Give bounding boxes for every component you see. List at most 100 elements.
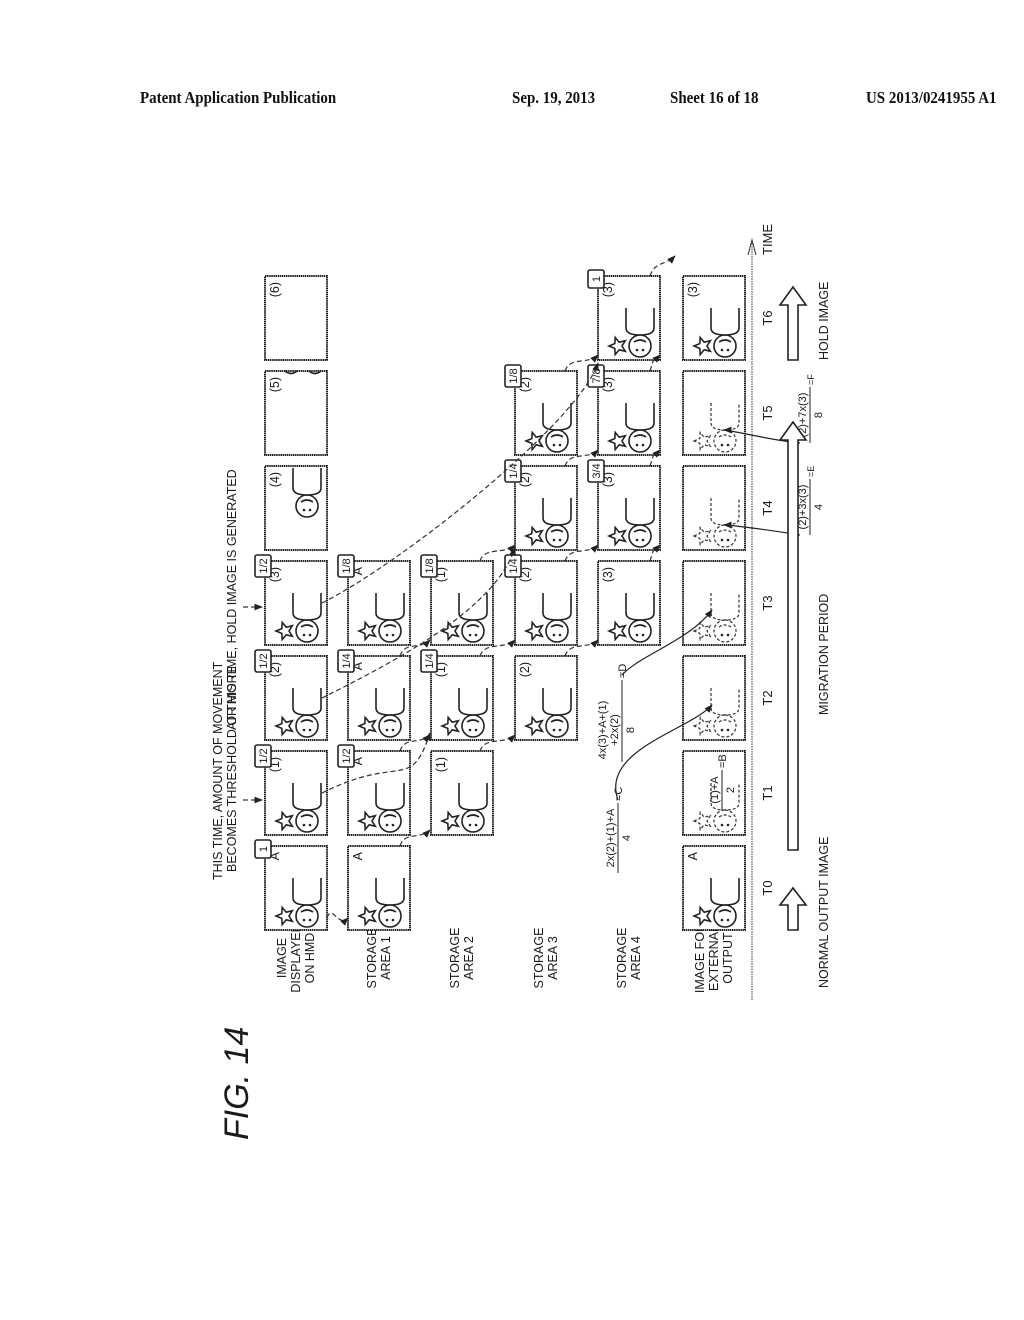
figure-title: FIG. 14 bbox=[218, 1027, 256, 1140]
weight-badge-text: 1/2 bbox=[341, 748, 353, 763]
weight-badge-text: 1/4 bbox=[424, 653, 436, 668]
frame-sa3-t2: (2) bbox=[514, 655, 578, 741]
frame-sa3-t3: (2)1/4 bbox=[504, 554, 578, 646]
weight-badge-text: 1/8 bbox=[424, 558, 436, 573]
hold-image-label: HOLD IMAGE bbox=[817, 282, 831, 361]
formula-c-result: =C bbox=[613, 787, 625, 801]
frame-ext-t6: (3) bbox=[682, 275, 746, 361]
formula-e: (2)+3x(3) 4 =E bbox=[797, 466, 825, 535]
frame-ext-t0: A bbox=[682, 845, 746, 931]
frame-tag: (6) bbox=[268, 282, 282, 297]
weight-badge-text: 1/2 bbox=[258, 558, 270, 573]
frame-tag: (2) bbox=[518, 662, 532, 677]
time-label-t6: T6 bbox=[760, 310, 775, 325]
frame-tag: A bbox=[351, 851, 365, 860]
frame-hmd-t0: A1 bbox=[254, 839, 328, 931]
frame-sa4-t6: (3)1 bbox=[587, 269, 661, 361]
time-label-t0: T0 bbox=[760, 880, 775, 895]
weight-badge-text: 7/8 bbox=[591, 368, 603, 383]
frame-sa1-t3: A1/8 bbox=[337, 554, 411, 646]
frame-tag: (5) bbox=[268, 377, 282, 392]
frame-ext-t5 bbox=[682, 370, 746, 456]
row-label-sa3: STORAGE bbox=[532, 928, 546, 989]
row-label-ext: OUTPUT bbox=[721, 932, 735, 984]
time-label-t1: T1 bbox=[760, 785, 775, 800]
migration-period-label: MIGRATION PERIOD bbox=[817, 594, 831, 715]
frame-sa1-t2: A1/4 bbox=[337, 649, 411, 741]
weight-badge-text: 1 bbox=[591, 276, 603, 282]
time-label-t3: T3 bbox=[760, 595, 775, 610]
row-label-sa3: AREA 3 bbox=[546, 936, 560, 980]
weight-badge-text: 1/4 bbox=[508, 463, 520, 478]
formula-f-denominator: 8 bbox=[813, 412, 825, 418]
formula-b-denominator: 2 bbox=[725, 787, 737, 793]
row-label-sa1: STORAGE bbox=[365, 928, 379, 989]
formula-c: 2x(2)+(1)+A 4 =C bbox=[605, 787, 633, 873]
time-labels: T0 T1 T2 T3 T4 T5 T6 bbox=[760, 310, 775, 895]
frame-sa1-t0: A bbox=[347, 845, 411, 931]
hold-image-arrow bbox=[778, 285, 808, 361]
formula-b-result: =B bbox=[717, 754, 729, 768]
frame-tag: A bbox=[686, 851, 700, 860]
frame-sa2-t2: (1)1/4 bbox=[420, 649, 494, 741]
frame-sa4-t3: (3) bbox=[597, 560, 661, 646]
formula-d-numerator-line2: +2x(2) bbox=[609, 714, 621, 746]
row-label-hmd: IMAGE bbox=[275, 938, 289, 978]
time-label-t4: T4 bbox=[760, 500, 775, 515]
weight-badge-text: 1 bbox=[258, 846, 270, 852]
time-label-t5: T5 bbox=[760, 405, 775, 420]
weight-badge-text: 1/8 bbox=[508, 368, 520, 383]
frame-sa2-t1: (1) bbox=[430, 750, 494, 836]
formula-c-denominator: 4 bbox=[621, 835, 633, 841]
frame-grid: A1(1)1/2(2)1/2(3)1/2(4)(5)(6)AA1/2A1/4A1… bbox=[254, 269, 746, 931]
row-label-ext: EXTERNAL bbox=[707, 925, 721, 991]
row-label-ext: IMAGE FOR bbox=[693, 923, 707, 993]
frame-sa2-t3: (1)1/8 bbox=[420, 554, 494, 646]
weight-badge-text: 1/4 bbox=[341, 653, 353, 668]
formula-d: 4x(3)+A+(1) +2x(2) 8 =D bbox=[597, 664, 637, 762]
hold-annotation: AT THIS TIME, HOLD IMAGE IS GENERATED bbox=[225, 469, 239, 730]
frame-ext-t4 bbox=[682, 465, 746, 551]
row-labels: IMAGE DISPLAYED ON HMD STORAGE AREA 1 STORAGE… bbox=[275, 923, 735, 993]
frame-hmd-t2: (2)1/2 bbox=[254, 649, 328, 741]
frame-sa4-t5: (3)7/8 bbox=[587, 364, 661, 456]
row-label-sa1: AREA 1 bbox=[379, 936, 393, 980]
frame-tag: (3) bbox=[686, 282, 700, 297]
frame-tag: (1) bbox=[434, 757, 448, 772]
frame-hmd-t6: (6) bbox=[264, 275, 328, 361]
threshold-annotation-line1: THIS TIME, AMOUNT OF MOVEMENT bbox=[211, 661, 225, 880]
formula-f-result: =F bbox=[806, 374, 816, 385]
weight-badge-text: 1/2 bbox=[258, 653, 270, 668]
formula-d-numerator-line1: 4x(3)+A+(1) bbox=[597, 701, 609, 760]
rotated-figure: FIG. 14 THIS TIME, AMOUNT OF MOVEMENT BE… bbox=[211, 224, 831, 1140]
time-label-t2: T2 bbox=[760, 690, 775, 705]
time-axis-label: TIME bbox=[760, 224, 775, 255]
frame-tag: (3) bbox=[601, 567, 615, 582]
frame-hmd-t5: (5) bbox=[264, 370, 328, 456]
weight-badge-text: 1/8 bbox=[341, 558, 353, 573]
formula-b-numerator: (1)+A bbox=[709, 776, 721, 804]
frame-ext-t3 bbox=[682, 560, 746, 646]
formula-e-result: =E bbox=[806, 466, 816, 477]
frame-hmd-t3: (3)1/2 bbox=[254, 554, 328, 646]
row-label-sa4: STORAGE bbox=[615, 928, 629, 989]
formula-e-denominator: 4 bbox=[813, 504, 825, 510]
frame-sa1-t1: A1/2 bbox=[337, 744, 411, 836]
frame-ext-t2 bbox=[682, 655, 746, 741]
weight-badge-text: 1/2 bbox=[258, 748, 270, 763]
transfer-arrow bbox=[326, 912, 349, 926]
row-label-sa4: AREA 4 bbox=[629, 936, 643, 980]
frame-hmd-t1: (1)1/2 bbox=[254, 744, 328, 836]
normal-output-arrow bbox=[778, 886, 808, 931]
row-label-sa2: AREA 2 bbox=[462, 936, 476, 980]
formula-c-numerator: 2x(2)+(1)+A bbox=[605, 808, 617, 867]
frame-sa4-t4: (3)3/4 bbox=[587, 459, 661, 551]
row-label-hmd: DISPLAYED bbox=[289, 923, 303, 992]
frame-sa3-t4: (2)1/4 bbox=[504, 459, 578, 551]
row-label-hmd: ON HMD bbox=[303, 933, 317, 984]
frame-hmd-t4: (4) bbox=[264, 465, 328, 551]
formula-d-denominator: 8 bbox=[625, 727, 637, 733]
frame-tag: (4) bbox=[268, 472, 282, 487]
weight-badge-text: 3/4 bbox=[591, 463, 603, 478]
row-label-sa2: STORAGE bbox=[448, 928, 462, 989]
